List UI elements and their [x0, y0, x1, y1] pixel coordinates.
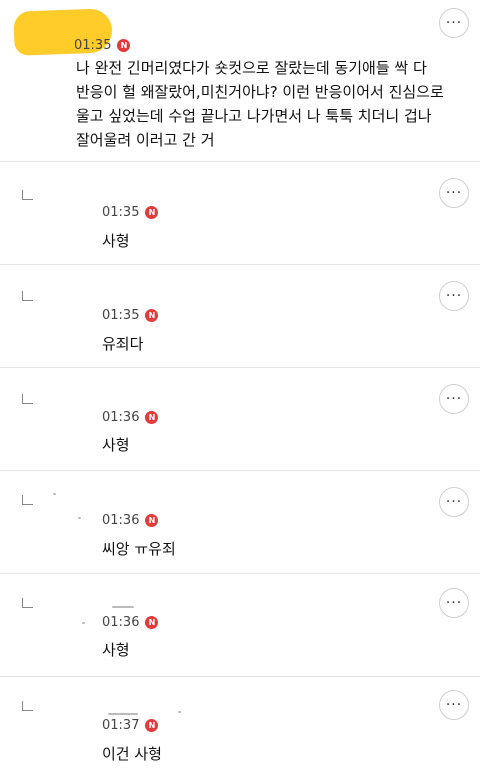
post-body-text: 나 완전 긴머리였다가 숏컷으로 잘랐는데 동기애들 싹 다 반응이 헐 왜잘랐… — [76, 59, 444, 149]
redaction-speck — [112, 606, 134, 608]
new-badge-icon: N — [145, 410, 159, 424]
new-badge-icon: N — [145, 205, 159, 219]
reply-item: ··· 01:35 N 유죄다 — [0, 264, 480, 367]
reply-more-button[interactable]: ··· — [439, 178, 469, 208]
reply-item: ··· 01:36 N 사형 — [0, 367, 480, 470]
reply-item: ··· 01:35 N 사형 — [0, 161, 480, 264]
reply-corner-icon — [22, 701, 33, 711]
redaction-speck — [108, 713, 138, 715]
redaction-speck — [178, 711, 181, 713]
reply-more-button[interactable]: ··· — [439, 487, 469, 517]
post-more-button[interactable]: ··· — [439, 8, 469, 38]
reply-more-button[interactable]: ··· — [439, 281, 469, 311]
reply-corner-icon — [22, 598, 33, 608]
redaction-speck — [82, 622, 85, 624]
reply-text: 사형 — [102, 436, 130, 454]
redaction-speck — [78, 517, 81, 519]
reply-text: 사형 — [102, 232, 130, 250]
reply-corner-icon — [22, 190, 33, 200]
reply-meta: 01:36 N — [102, 409, 159, 425]
reply-corner-icon — [22, 291, 33, 301]
reply-time: 01:36 — [102, 512, 140, 528]
reply-text: 유죄다 — [102, 335, 144, 353]
reply-time: 01:36 — [102, 614, 140, 630]
reply-text: 씨앙 ㅠ유죄 — [102, 540, 176, 558]
reply-meta: 01:37 N — [102, 717, 159, 733]
reply-text: 사형 — [102, 641, 130, 659]
redaction-speck — [53, 493, 56, 495]
reply-corner-icon — [22, 394, 33, 404]
new-badge-icon: N — [117, 38, 131, 52]
new-badge-icon: N — [145, 718, 159, 732]
reply-more-button[interactable]: ··· — [439, 384, 469, 414]
new-badge-icon: N — [145, 513, 159, 527]
reply-more-button[interactable]: ··· — [439, 588, 469, 618]
new-badge-icon: N — [145, 308, 159, 322]
reply-time: 01:35 — [102, 204, 140, 220]
reply-time: 01:35 — [102, 307, 140, 323]
original-post: 01:35 N ··· 나 완전 긴머리였다가 숏컷으로 잘랐는데 동기애들 싹… — [0, 0, 480, 160]
reply-text: 이건 사형 — [102, 745, 162, 763]
reply-item: ··· 01:36 N 씨앙 ㅠ유죄 — [0, 470, 480, 573]
post-meta: 01:35 N — [74, 37, 131, 53]
reply-more-button[interactable]: ··· — [439, 690, 469, 720]
reply-time: 01:37 — [102, 717, 140, 733]
post-time: 01:35 — [74, 37, 112, 53]
reply-item: ··· 01:36 N 사형 — [0, 573, 480, 676]
new-badge-icon: N — [145, 615, 159, 629]
reply-meta: 01:35 N — [102, 204, 159, 220]
reply-meta: 01:35 N — [102, 307, 159, 323]
reply-meta: 01:36 N — [102, 614, 159, 630]
reply-time: 01:36 — [102, 409, 140, 425]
reply-corner-icon — [22, 495, 33, 505]
reply-meta: 01:36 N — [102, 512, 159, 528]
reply-item: ··· 01:37 N 이건 사형 — [0, 676, 480, 774]
